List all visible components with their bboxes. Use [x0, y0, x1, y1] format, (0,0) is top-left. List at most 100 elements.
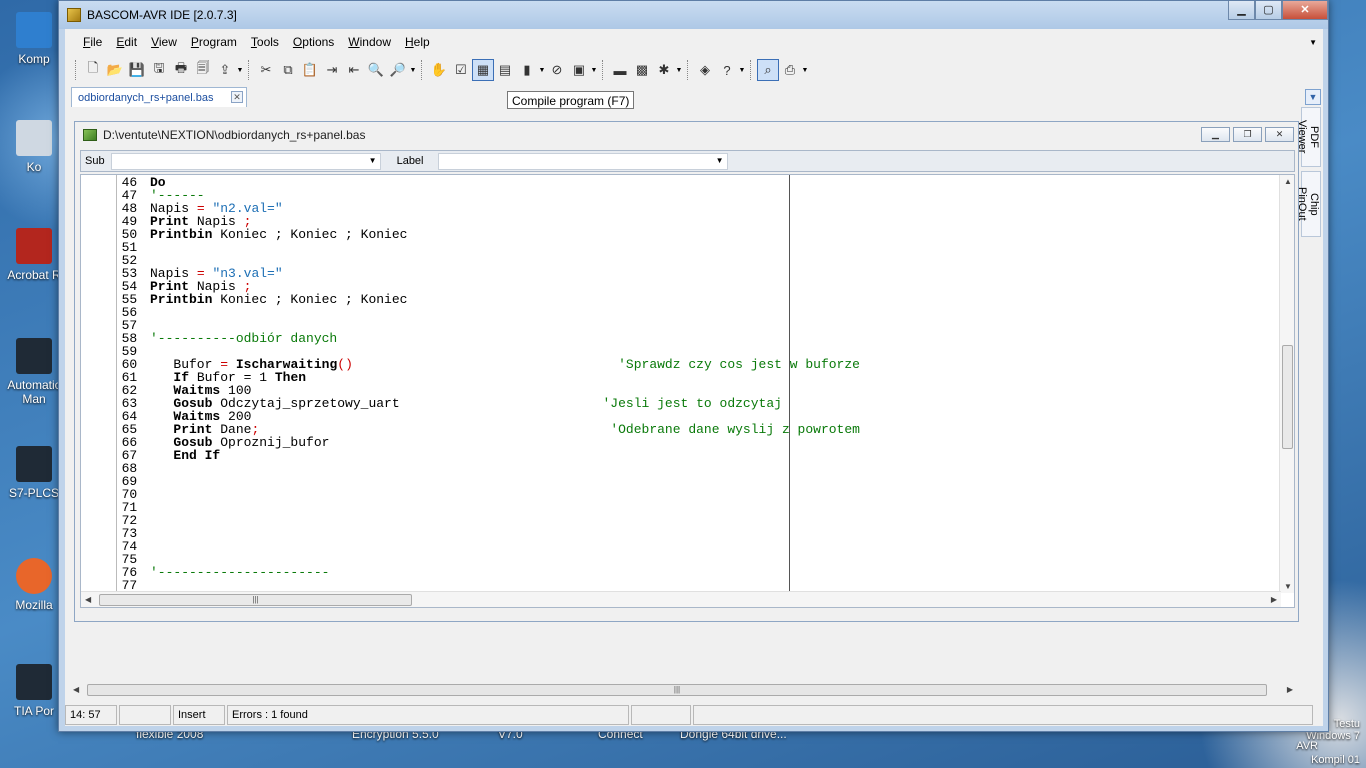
tab-chip-pinout[interactable]: Chip PinOut [1296, 171, 1321, 237]
syntax-check-icon[interactable]: ☑ [450, 59, 472, 81]
lcd-icon[interactable]: ▩ [631, 59, 653, 81]
desktop-icon-s7plcsim[interactable]: S7-PLCS [2, 446, 66, 500]
desktop-icon-computer[interactable]: Komp [2, 12, 66, 66]
scroll-up-icon[interactable]: ▲ [1284, 177, 1292, 186]
code-area[interactable]: 46 Do 47 '------ 48 Napis = "n2.val=" 49 Pr… [121, 176, 860, 592]
chevron-down-icon[interactable]: ▼ [538, 67, 546, 74]
paste-icon[interactable]: 📋 [299, 59, 321, 81]
code-editor[interactable]: 46 Do 47 '------ 48 Napis = "n2.val=" 49 Pr… [80, 174, 1295, 608]
save-as-icon[interactable]: 🖫 [148, 59, 170, 81]
stop-icon[interactable]: ⊘ [546, 59, 568, 81]
scroll-down-icon[interactable]: ▼ [1284, 582, 1292, 591]
label-combo[interactable]: ▼ [437, 152, 728, 170]
vertical-scroll-thumb[interactable] [1282, 345, 1293, 449]
toolbar-grip[interactable] [602, 60, 605, 80]
menu-tools[interactable]: Tools [251, 35, 279, 49]
horizontal-scrollbar[interactable]: ◀ ||| ▶ [81, 591, 1281, 607]
compile-icon[interactable]: ▦ [472, 59, 494, 81]
vertical-scrollbar[interactable]: ▲ ▼ [1279, 175, 1294, 593]
desktop-icon-automation[interactable]: Automatic Man [2, 338, 66, 406]
desktop-icon-tia[interactable]: TIA Por [2, 664, 66, 718]
tab-document[interactable]: odbiordanych_rs+panel.bas ✕ [71, 87, 247, 107]
toolbar-grip[interactable] [421, 60, 424, 80]
code-line[interactable]: 74 [121, 540, 860, 553]
code-line[interactable]: 72 [121, 514, 860, 527]
toolbar-grip[interactable] [75, 60, 78, 80]
main-horizontal-scrollbar[interactable]: ◀ ||| ▶ [69, 681, 1297, 698]
desktop-icon-recycle[interactable]: Ko [2, 120, 66, 174]
maximize-button[interactable]: ▢ [1255, 1, 1282, 20]
close-button[interactable]: ✕ [1282, 1, 1328, 20]
toolbar-grip[interactable] [687, 60, 690, 80]
code-line[interactable]: 66 Gosub Oproznij_bufor [121, 436, 860, 449]
export-icon[interactable]: ⇪ [214, 59, 236, 81]
graphics-icon[interactable]: ✱ [653, 59, 675, 81]
hand-icon[interactable]: ✋ [428, 59, 450, 81]
chevron-down-icon[interactable]: ▼ [409, 67, 417, 74]
program-chip-icon[interactable]: ▮ [516, 59, 538, 81]
horizontal-scroll-thumb[interactable]: ||| [99, 594, 412, 606]
code-line[interactable]: 67 End If [121, 449, 860, 462]
title-bar[interactable]: BASCOM-AVR IDE [2.0.7.3] ▁ ▢ ✕ [59, 1, 1328, 29]
minimize-icon[interactable]: ▁ [1201, 127, 1230, 142]
code-line[interactable]: 51 [121, 241, 860, 254]
menu-view[interactable]: View [151, 35, 177, 49]
chevron-down-icon[interactable]: ▼ [369, 156, 377, 165]
chevron-down-icon[interactable]: ▼ [675, 67, 683, 74]
scroll-right-icon[interactable]: ▶ [1271, 595, 1277, 604]
status-errors[interactable]: Errors : 1 found [227, 705, 629, 725]
open-folder-icon[interactable]: 📂 [104, 59, 126, 81]
menu-overflow-icon[interactable]: ▼ [1309, 38, 1317, 47]
copy-icon[interactable]: ⧉ [277, 59, 299, 81]
chevron-down-icon[interactable]: ▼ [236, 67, 244, 74]
new-file-icon[interactable]: 🗋 [82, 59, 104, 81]
chevron-down-icon[interactable]: ▼ [590, 67, 598, 74]
save-icon[interactable]: 💾 [126, 59, 148, 81]
menu-options[interactable]: Options [293, 35, 334, 49]
toolbar-grip[interactable] [248, 60, 251, 80]
code-line[interactable]: 56 [121, 306, 860, 319]
code-line[interactable]: 50 Printbin Koniec ; Koniec ; Koniec [121, 228, 860, 241]
editor-gutter[interactable] [81, 175, 117, 607]
print-icon[interactable]: 🖶 [170, 59, 192, 81]
cut-icon[interactable]: ✂ [255, 59, 277, 81]
scroll-right-icon[interactable]: ▶ [1287, 685, 1293, 694]
terminal-icon[interactable]: ▬ [609, 59, 631, 81]
simulator-icon[interactable]: ▣ [568, 59, 590, 81]
toolbar-grip[interactable] [750, 60, 753, 80]
print-preview-icon[interactable]: 🗐 [192, 59, 214, 81]
pdf-icon[interactable]: ⎙ [779, 59, 801, 81]
code-line[interactable]: 73 [121, 527, 860, 540]
chevron-down-icon[interactable]: ▼ [716, 156, 724, 165]
zoom-icon[interactable]: ⌕ [757, 59, 779, 81]
scroll-left-icon[interactable]: ◀ [85, 595, 91, 604]
tab-close-icon[interactable]: ✕ [231, 91, 243, 103]
code-line[interactable]: 71 [121, 501, 860, 514]
code-line[interactable]: 58 '----------odbiór danych [121, 332, 860, 345]
unindent-icon[interactable]: ⇤ [343, 59, 365, 81]
chevron-down-icon[interactable]: ▼ [801, 67, 809, 74]
code-line[interactable]: 68 [121, 462, 860, 475]
chevron-down-icon[interactable]: ▼ [1305, 89, 1321, 105]
menu-help[interactable]: Help [405, 35, 430, 49]
code-line[interactable]: 55 Printbin Koniec ; Koniec ; Koniec [121, 293, 860, 306]
desktop-icon-acrobat[interactable]: Acrobat R [2, 228, 66, 282]
menu-window[interactable]: Window [348, 35, 391, 49]
code-line[interactable]: 76 '---------------------- [121, 566, 860, 579]
menu-program[interactable]: Program [191, 35, 237, 49]
chip-icon[interactable]: ▤ [494, 59, 516, 81]
main-horizontal-scroll-thumb[interactable]: ||| [87, 684, 1267, 696]
code-line[interactable]: 46 Do [121, 176, 860, 189]
editor-title-bar[interactable]: D:\ventute\NEXTION\odbiordanych_rs+panel… [75, 122, 1298, 148]
menu-edit[interactable]: Edit [116, 35, 137, 49]
scroll-left-icon[interactable]: ◀ [73, 685, 79, 694]
tab-pdf-viewer[interactable]: PDF Viewer [1296, 107, 1321, 167]
sub-combo[interactable]: ▼ [110, 152, 381, 170]
code-line[interactable]: 69 [121, 475, 860, 488]
close-icon[interactable]: ✕ [1265, 127, 1294, 142]
indent-icon[interactable]: ⇥ [321, 59, 343, 81]
minimize-button[interactable]: ▁ [1228, 1, 1255, 20]
find-next-icon[interactable]: 🔎 [387, 59, 409, 81]
help-icon[interactable]: ? [716, 59, 738, 81]
desktop-icon-mozilla[interactable]: Mozilla [2, 558, 66, 612]
